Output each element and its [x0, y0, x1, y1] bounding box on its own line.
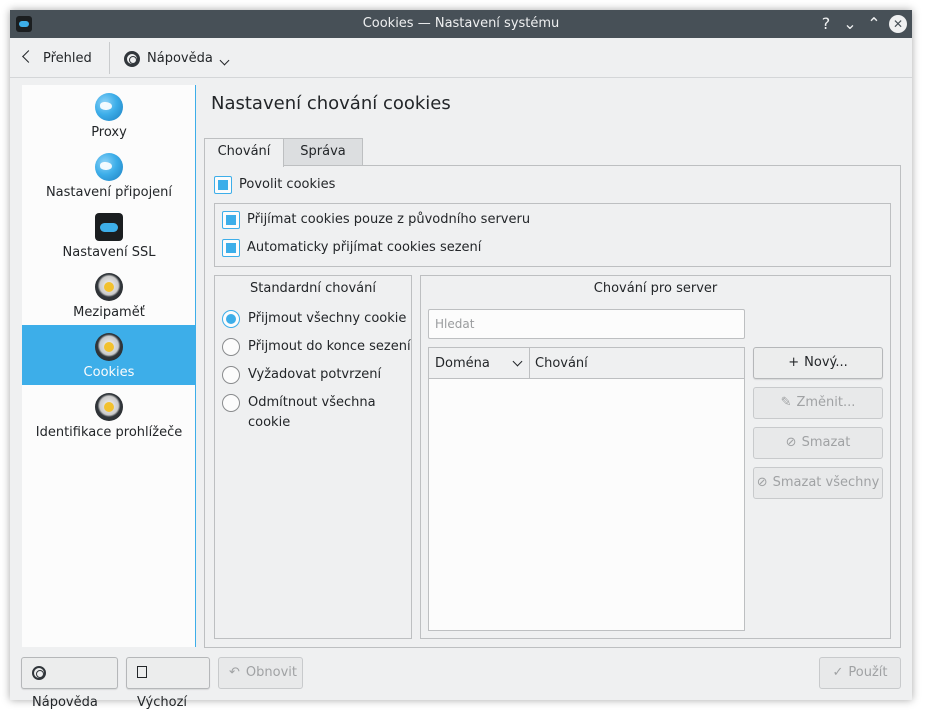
maximize-icon[interactable]: ⌃	[864, 14, 884, 34]
browser-id-icon	[95, 393, 123, 421]
radio-label: Odmítnout všechna cookie	[248, 395, 376, 430]
globe-icon	[95, 153, 123, 181]
back-label: Přehled	[43, 51, 92, 66]
sidebar-item-connection[interactable]: Nastavení připojení	[22, 145, 196, 205]
radio-dot	[222, 366, 240, 384]
sidebar-item-ssl[interactable]: Nastavení SSL	[22, 205, 196, 265]
help-menu-button[interactable]: Nápověda	[124, 48, 230, 70]
delete-all-button[interactable]: ⊘ Smazat všechny	[753, 467, 883, 499]
lifebuoy-icon	[124, 50, 140, 67]
session-cookies-checkbox[interactable]: Automaticky přijímat cookies sezení	[222, 238, 481, 258]
chevron-down-icon	[512, 356, 523, 367]
radio-accept-all[interactable]: Přijmout všechny cookie	[222, 309, 406, 329]
ssl-toggle-icon	[95, 213, 123, 241]
window-title: Cookies — Nastavení systému	[362, 16, 560, 31]
radio-ask[interactable]: Vyžadovat potvrzení	[222, 365, 381, 385]
radio-label: Přijmout všechny cookie	[248, 311, 407, 326]
back-button[interactable]: Přehled	[22, 48, 92, 70]
change-button[interactable]: ✎ Změnit...	[753, 387, 883, 419]
new-button[interactable]: + Nový...	[753, 347, 883, 379]
undo-icon: ↶	[229, 665, 240, 680]
toolbar: Přehled Nápověda	[10, 38, 912, 78]
sidebar-divider	[195, 85, 196, 647]
sidebar-item-label: Cookies	[83, 365, 135, 380]
checkbox-label: Automaticky přijímat cookies sezení	[247, 240, 482, 255]
enable-cookies-checkbox[interactable]: Povolit cookies	[214, 175, 335, 195]
close-icon[interactable]: ✕	[889, 15, 907, 33]
defaults-button[interactable]: Výchozí	[126, 657, 210, 710]
cancel-icon: ⊘	[756, 475, 768, 490]
cache-icon	[95, 273, 123, 301]
footer-help-button[interactable]: Nápověda	[21, 657, 118, 710]
page-title: Nastavení chování cookies	[211, 93, 451, 114]
sidebar-item-label: Mezipaměť	[73, 305, 145, 320]
chevron-down-icon	[219, 55, 230, 66]
origin-server-only-checkbox[interactable]: Přijímat cookies pouze z původního serve…	[222, 210, 530, 230]
check-icon: ✓	[832, 665, 844, 680]
sidebar-item-cache[interactable]: Mezipaměť	[22, 265, 196, 325]
checkbox-box	[214, 176, 232, 194]
radio-dot	[222, 310, 240, 328]
domain-policy-list[interactable]: Doména Chování	[428, 347, 745, 631]
lifebuoy-icon	[32, 665, 46, 680]
pencil-icon: ✎	[780, 395, 792, 410]
checkbox-box	[222, 239, 240, 257]
toolbar-separator	[109, 42, 110, 74]
help-menu-label: Nápověda	[147, 51, 213, 66]
sidebar-item-cookies[interactable]: Cookies	[22, 325, 196, 385]
cancel-icon: ⊘	[785, 435, 797, 450]
document-icon	[137, 666, 147, 678]
sidebar-item-label: Nastavení připojení	[45, 185, 173, 200]
radio-dot	[222, 338, 240, 356]
plus-icon: +	[788, 355, 800, 370]
globe-icon	[95, 93, 123, 121]
checkbox-label: Přijímat cookies pouze z původního serve…	[247, 212, 531, 227]
sidebar-item-label: Nastavení SSL	[62, 245, 156, 260]
minimize-icon[interactable]: ⌄	[840, 14, 860, 34]
group-title: Standardní chování	[250, 281, 376, 296]
column-header-domain[interactable]: Doména	[429, 348, 530, 379]
sidebar-item-browser-id[interactable]: Identifikace prohlížeče	[22, 385, 196, 445]
radio-label: Přijmout do konce sezení	[248, 339, 411, 354]
list-header: Doména Chování	[429, 348, 744, 379]
apply-button[interactable]: ✓ Použít	[819, 657, 901, 689]
server-policy-group: Chování pro server Doména Chování +Nový.…	[420, 275, 891, 639]
default-policy-group: Standardní chování Přijmout všechny cook…	[214, 275, 412, 639]
column-header-policy[interactable]: Chování	[535, 348, 588, 379]
checkbox-label: Povolit cookies	[239, 177, 336, 192]
sidebar: Proxy Nastavení připojení Nastavení SSL …	[22, 85, 196, 647]
cookie-options-group: Přijímat cookies pouze z původního serve…	[214, 203, 891, 267]
delete-button[interactable]: ⊘ Smazat	[753, 427, 883, 459]
tab-panel: Povolit cookies Přijímat cookies pouze z…	[204, 165, 901, 648]
radio-accept-session[interactable]: Přijmout do konce sezení	[222, 337, 411, 357]
sidebar-item-label: Proxy	[91, 125, 127, 140]
help-icon[interactable]: ?	[816, 14, 836, 34]
tab-behavior[interactable]: Chování	[204, 138, 284, 167]
radio-label: Vyžadovat potvrzení	[248, 367, 382, 382]
sidebar-item-proxy[interactable]: Proxy	[22, 85, 196, 145]
group-title: Chování pro server	[593, 281, 718, 296]
sidebar-item-label: Identifikace prohlížeče	[35, 425, 183, 440]
cookie-icon	[95, 333, 123, 361]
tab-management[interactable]: Správa	[283, 138, 363, 166]
radio-reject-all[interactable]: Odmítnout všechna cookie	[222, 393, 411, 430]
chevron-left-icon	[22, 50, 35, 63]
radio-dot	[222, 394, 240, 412]
reset-button[interactable]: ↶ Obnovit	[218, 657, 303, 689]
settings-window: Cookies — Nastavení systému ? ⌄ ⌃ ✕ Přeh…	[10, 10, 912, 710]
search-input[interactable]	[428, 309, 745, 339]
titlebar: Cookies — Nastavení systému ? ⌄ ⌃ ✕	[10, 10, 912, 38]
checkbox-box	[222, 211, 240, 229]
